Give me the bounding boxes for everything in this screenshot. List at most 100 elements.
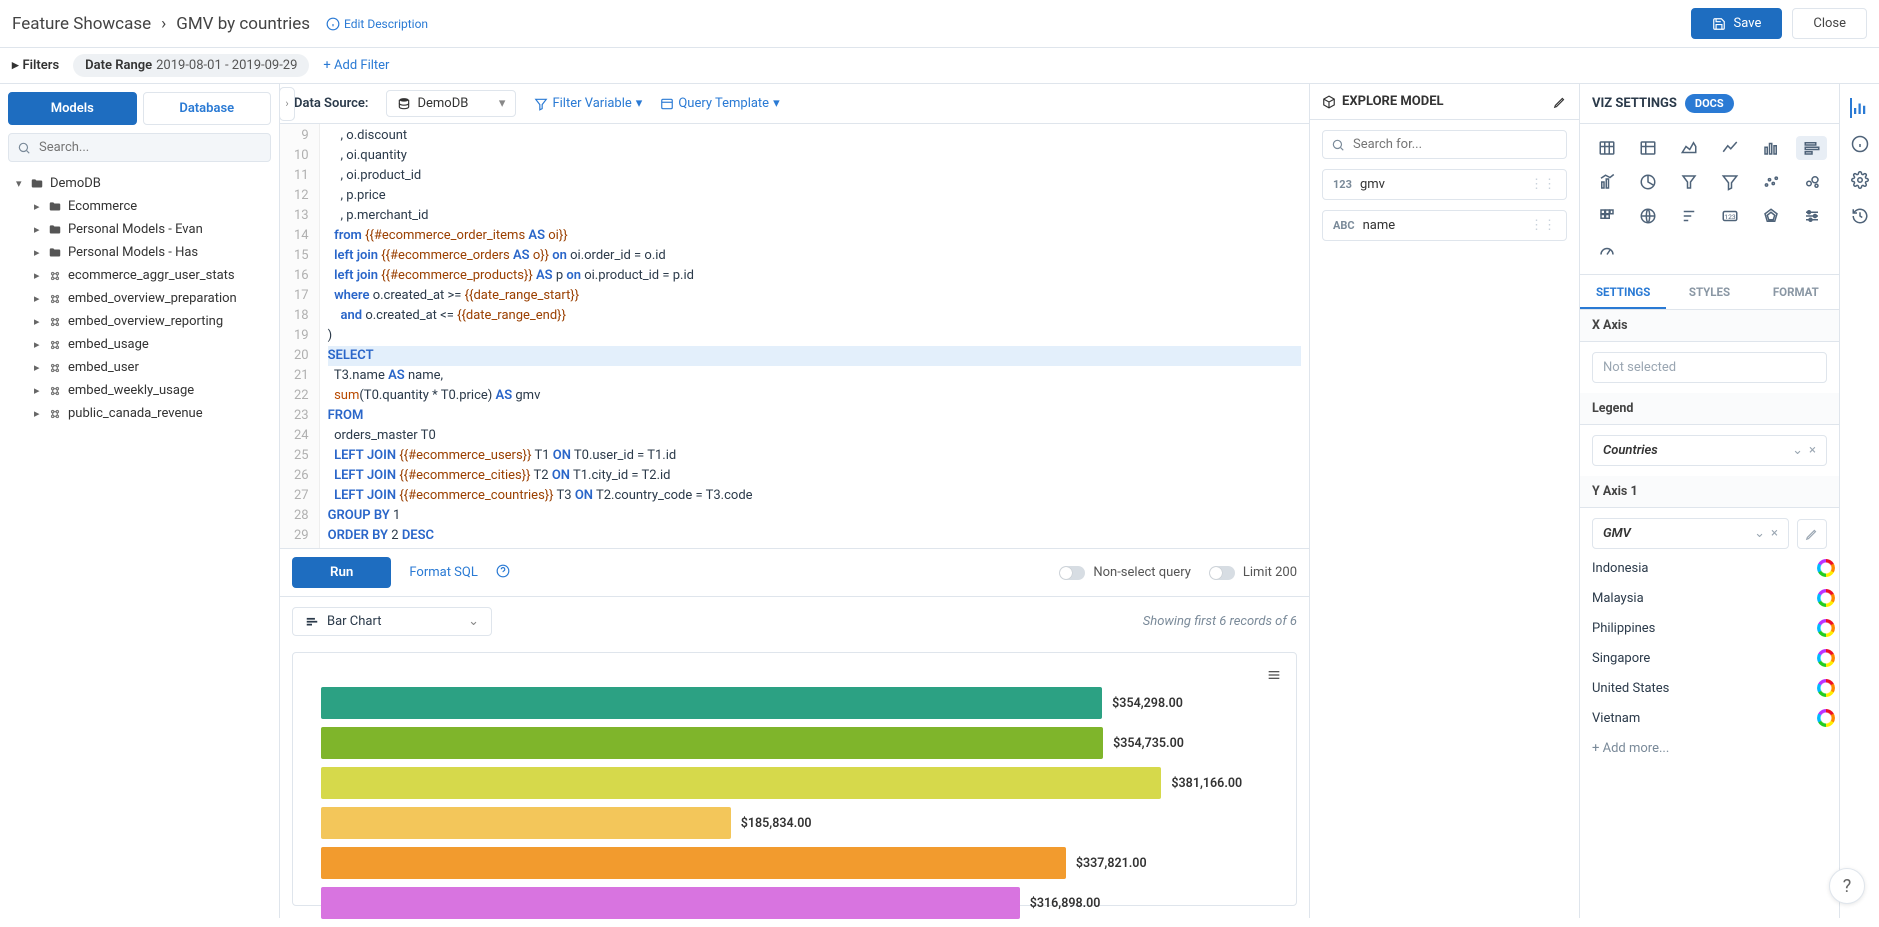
tree-item[interactable]: ▸embed_overview_preparation xyxy=(0,287,279,310)
query-template-button[interactable]: Query Template ▾ xyxy=(660,96,779,111)
rail-viz-icon[interactable] xyxy=(1850,98,1870,118)
close-icon[interactable]: × xyxy=(1771,526,1778,541)
drag-grip-icon[interactable]: ⋮⋮ xyxy=(1530,177,1556,192)
y1-edit[interactable] xyxy=(1797,519,1827,549)
tree-item[interactable]: ▸embed_user xyxy=(0,356,279,379)
docs-badge[interactable]: DOCS xyxy=(1685,94,1734,113)
subtab-settings[interactable]: SETTINGS xyxy=(1580,275,1666,309)
viztype-gauge-icon[interactable] xyxy=(1592,238,1623,262)
x-axis-field[interactable]: Not selected xyxy=(1592,352,1827,383)
sidebar-search[interactable] xyxy=(8,133,271,162)
filter-variable-button[interactable]: Filter Variable ▾ xyxy=(534,96,642,111)
explore-search[interactable] xyxy=(1322,130,1567,159)
chart-menu-icon[interactable] xyxy=(1266,667,1282,687)
viztype-line-icon[interactable] xyxy=(1715,136,1746,160)
explore-search-input[interactable] xyxy=(1351,136,1558,153)
color-ring-icon[interactable] xyxy=(1817,559,1835,577)
y1-series-item[interactable]: Malaysia xyxy=(1580,583,1839,613)
viztype-bubble-icon[interactable] xyxy=(1796,170,1827,194)
bar-row: $337,821.00 xyxy=(321,847,1276,879)
viztype-area-icon[interactable] xyxy=(1674,136,1705,160)
breadcrumb-parent[interactable]: Feature Showcase xyxy=(12,14,151,34)
y1-series-item[interactable]: Indonesia xyxy=(1580,553,1839,583)
edit-description-link[interactable]: Edit Description xyxy=(326,17,428,31)
explore-field[interactable]: 123gmv⋮⋮ xyxy=(1322,169,1567,200)
color-ring-icon[interactable] xyxy=(1817,619,1835,637)
help-icon[interactable] xyxy=(496,564,510,582)
non-select-toggle[interactable]: Non-select query xyxy=(1059,565,1191,580)
format-sql-link[interactable]: Format SQL xyxy=(409,565,478,580)
viztype-filter-icon[interactable] xyxy=(1715,170,1746,194)
legend-field[interactable]: Countries ⌄× xyxy=(1592,435,1827,466)
viztype-column-icon[interactable] xyxy=(1755,136,1786,160)
y1-series-item[interactable]: Vietnam xyxy=(1580,703,1839,733)
bar[interactable] xyxy=(321,807,731,839)
help-fab[interactable]: ? xyxy=(1829,868,1865,904)
tree-item[interactable]: ▸embed_usage xyxy=(0,333,279,356)
viztype-sort-icon[interactable] xyxy=(1674,204,1705,228)
subtab-format[interactable]: FORMAT xyxy=(1753,275,1839,309)
datasource-select[interactable]: DemoDB ▾ xyxy=(386,90,516,117)
viztype-sliders-icon[interactable] xyxy=(1796,204,1827,228)
bar[interactable] xyxy=(321,687,1102,719)
bar-value-label: $354,735.00 xyxy=(1113,736,1184,751)
tab-models[interactable]: Models xyxy=(8,92,137,125)
y1-series-item[interactable]: Singapore xyxy=(1580,643,1839,673)
pencil-icon[interactable] xyxy=(1553,95,1567,109)
viztype-pie-icon[interactable] xyxy=(1633,170,1664,194)
tree-folder[interactable]: ▸Ecommerce xyxy=(0,195,279,218)
tree-item[interactable]: ▸public_canada_revenue xyxy=(0,402,279,425)
rail-settings-icon[interactable] xyxy=(1850,170,1870,190)
sql-editor[interactable]: 9101112131415161718192021222324252627282… xyxy=(280,124,1309,548)
drag-grip-icon[interactable]: ⋮⋮ xyxy=(1530,218,1556,233)
filter-chip-date-range[interactable]: Date Range 2019-08-01 - 2019-09-29 xyxy=(73,54,309,77)
save-button[interactable]: Save xyxy=(1691,8,1783,39)
viztype-combo-icon[interactable] xyxy=(1592,170,1623,194)
viz-type-select[interactable]: Bar Chart ⌄ xyxy=(292,607,492,636)
bar[interactable] xyxy=(321,847,1066,879)
add-more-series[interactable]: + Add more... xyxy=(1580,733,1839,764)
limit-toggle[interactable]: Limit 200 xyxy=(1209,565,1297,580)
viztype-map-icon[interactable] xyxy=(1633,204,1664,228)
viztype-number-icon[interactable]: 123 xyxy=(1715,204,1746,228)
rail-history-icon[interactable] xyxy=(1850,206,1870,226)
filters-toggle[interactable]: ▸ Filters xyxy=(12,58,59,73)
bar[interactable] xyxy=(321,887,1020,919)
viztype-hbar-icon[interactable] xyxy=(1796,136,1827,160)
run-button[interactable]: Run xyxy=(292,557,391,588)
color-ring-icon[interactable] xyxy=(1817,649,1835,667)
bar[interactable] xyxy=(321,727,1103,759)
explore-field[interactable]: ABCname⋮⋮ xyxy=(1322,210,1567,241)
tab-database[interactable]: Database xyxy=(143,92,272,125)
add-filter-button[interactable]: + Add Filter xyxy=(323,58,389,73)
y1-series-item[interactable]: United States xyxy=(1580,673,1839,703)
viztype-heatmap-icon[interactable] xyxy=(1592,204,1623,228)
filter-icon xyxy=(534,97,548,111)
viztype-funnel-icon[interactable] xyxy=(1674,170,1705,194)
color-ring-icon[interactable] xyxy=(1817,709,1835,727)
y1-series-item[interactable]: Philippines xyxy=(1580,613,1839,643)
tree-item[interactable]: ▸embed_weekly_usage xyxy=(0,379,279,402)
sidebar-search-input[interactable] xyxy=(37,139,262,156)
color-ring-icon[interactable] xyxy=(1817,589,1835,607)
chevron-down-icon[interactable]: ⌄ xyxy=(1754,526,1765,541)
viztype-radar-icon[interactable] xyxy=(1755,204,1786,228)
tree-item[interactable]: ▸embed_overview_reporting xyxy=(0,310,279,333)
viztype-pivot-icon[interactable] xyxy=(1633,136,1664,160)
subtab-styles[interactable]: STYLES xyxy=(1666,275,1752,309)
color-ring-icon[interactable] xyxy=(1817,679,1835,697)
chevron-down-icon[interactable]: ⌄ xyxy=(1792,443,1803,458)
close-icon[interactable]: × xyxy=(1809,443,1816,458)
rail-info-icon[interactable] xyxy=(1850,134,1870,154)
bar[interactable] xyxy=(321,767,1161,799)
viztype-scatter-icon[interactable] xyxy=(1755,170,1786,194)
viztype-table-icon[interactable] xyxy=(1592,136,1623,160)
bar-row: $354,735.00 xyxy=(321,727,1276,759)
tree-item[interactable]: ▸ecommerce_aggr_user_stats xyxy=(0,264,279,287)
tree-folder[interactable]: ▸Personal Models - Evan xyxy=(0,218,279,241)
close-button[interactable]: Close xyxy=(1792,8,1867,39)
tree-root[interactable]: ▾DemoDB xyxy=(0,172,279,195)
y1-field[interactable]: GMV ⌄× xyxy=(1592,518,1789,549)
collapse-explore-handle[interactable]: › xyxy=(279,87,295,121)
tree-folder[interactable]: ▸Personal Models - Has xyxy=(0,241,279,264)
